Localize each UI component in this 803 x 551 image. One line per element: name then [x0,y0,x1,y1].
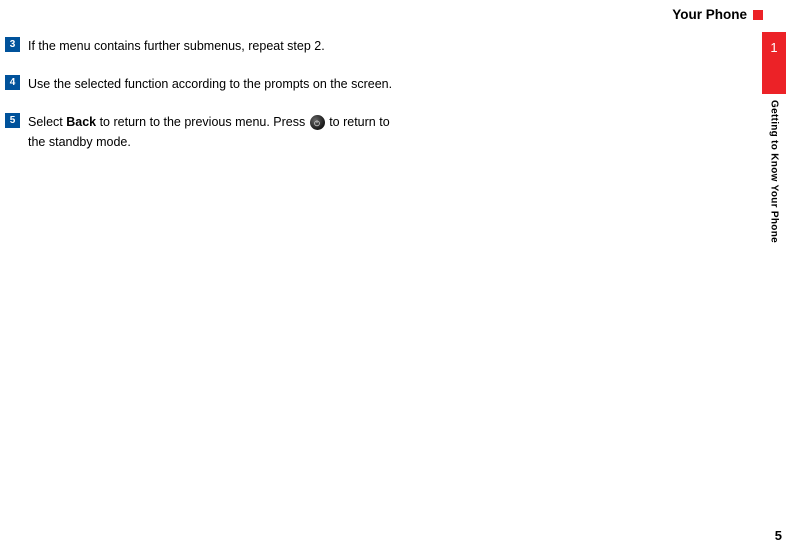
step-text: Use the selected function according to t… [28,74,392,94]
step-number-badge: 3 [5,37,20,52]
step-number-badge: 5 [5,113,20,128]
main-content: 3 If the menu contains further submenus,… [5,36,405,170]
step-number-badge: 4 [5,75,20,90]
step-item: 5 Select Back to return to the previous … [5,112,405,152]
step-text: Select Back to return to the previous me… [28,112,405,152]
sidebar-caption: Getting to Know Your Phone [769,100,780,243]
step-text-segment: to return to the previous menu. Press [96,115,309,129]
page-header: Your Phone [672,7,763,22]
step-text-segment: Select [28,115,66,129]
step-item: 4 Use the selected function according to… [5,74,405,94]
sidebar-chapter-box: 1 [762,32,786,94]
header-title: Your Phone [672,7,747,22]
step-text-bold: Back [66,115,96,129]
sidebar-tab: 1 Getting to Know Your Phone [759,32,789,243]
power-button-icon [310,115,325,130]
page-number: 5 [775,528,782,543]
step-item: 3 If the menu contains further submenus,… [5,36,405,56]
step-text: If the menu contains further submenus, r… [28,36,325,56]
header-accent-square [753,10,763,20]
chapter-number: 1 [770,40,777,55]
